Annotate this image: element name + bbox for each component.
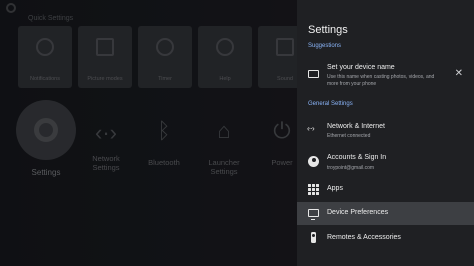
network-icon: ‹··› xyxy=(307,124,315,133)
suggestion-device-name[interactable]: Set your device name Use this name when … xyxy=(297,58,474,92)
menu-item-remotes-accessories[interactable]: Remotes & Accessories xyxy=(297,227,474,249)
menu-item-title: Accounts & Sign In xyxy=(327,154,387,161)
general-settings-header: General Settings xyxy=(308,101,353,107)
menu-item-apps[interactable]: Apps xyxy=(297,178,474,200)
remote-icon xyxy=(311,232,316,243)
suggestion-title: Set your device name xyxy=(327,64,395,71)
apps-grid-icon xyxy=(308,184,319,195)
menu-item-accounts-sign-in[interactable]: Accounts & Sign In troypoint@gmail.com xyxy=(297,148,474,174)
menu-item-title: Remotes & Accessories xyxy=(327,234,401,241)
menu-item-title: Device Preferences xyxy=(327,209,389,216)
dismiss-suggestion-close-icon[interactable]: ✕ xyxy=(455,69,463,79)
suggestion-subtitle: Use this name when casting photos, video… xyxy=(327,74,435,87)
panel-title: Settings xyxy=(308,24,348,36)
suggestions-header: Suggestions xyxy=(308,43,342,49)
menu-item-subtitle: troypoint@gmail.com xyxy=(327,165,375,171)
menu-item-device-preferences[interactable]: Device Preferences xyxy=(297,202,474,225)
menu-item-title: Apps xyxy=(327,185,343,192)
monitor-icon xyxy=(308,209,319,220)
menu-item-network-internet[interactable]: ‹··› Network & Internet Ethernet connect… xyxy=(297,116,474,142)
settings-panel: Settings Suggestions Set your device nam… xyxy=(297,0,474,266)
menu-item-title: Network & Internet xyxy=(327,123,385,130)
cast-icon xyxy=(308,70,319,78)
menu-item-subtitle: Ethernet connected xyxy=(327,133,371,139)
account-icon xyxy=(308,156,319,167)
